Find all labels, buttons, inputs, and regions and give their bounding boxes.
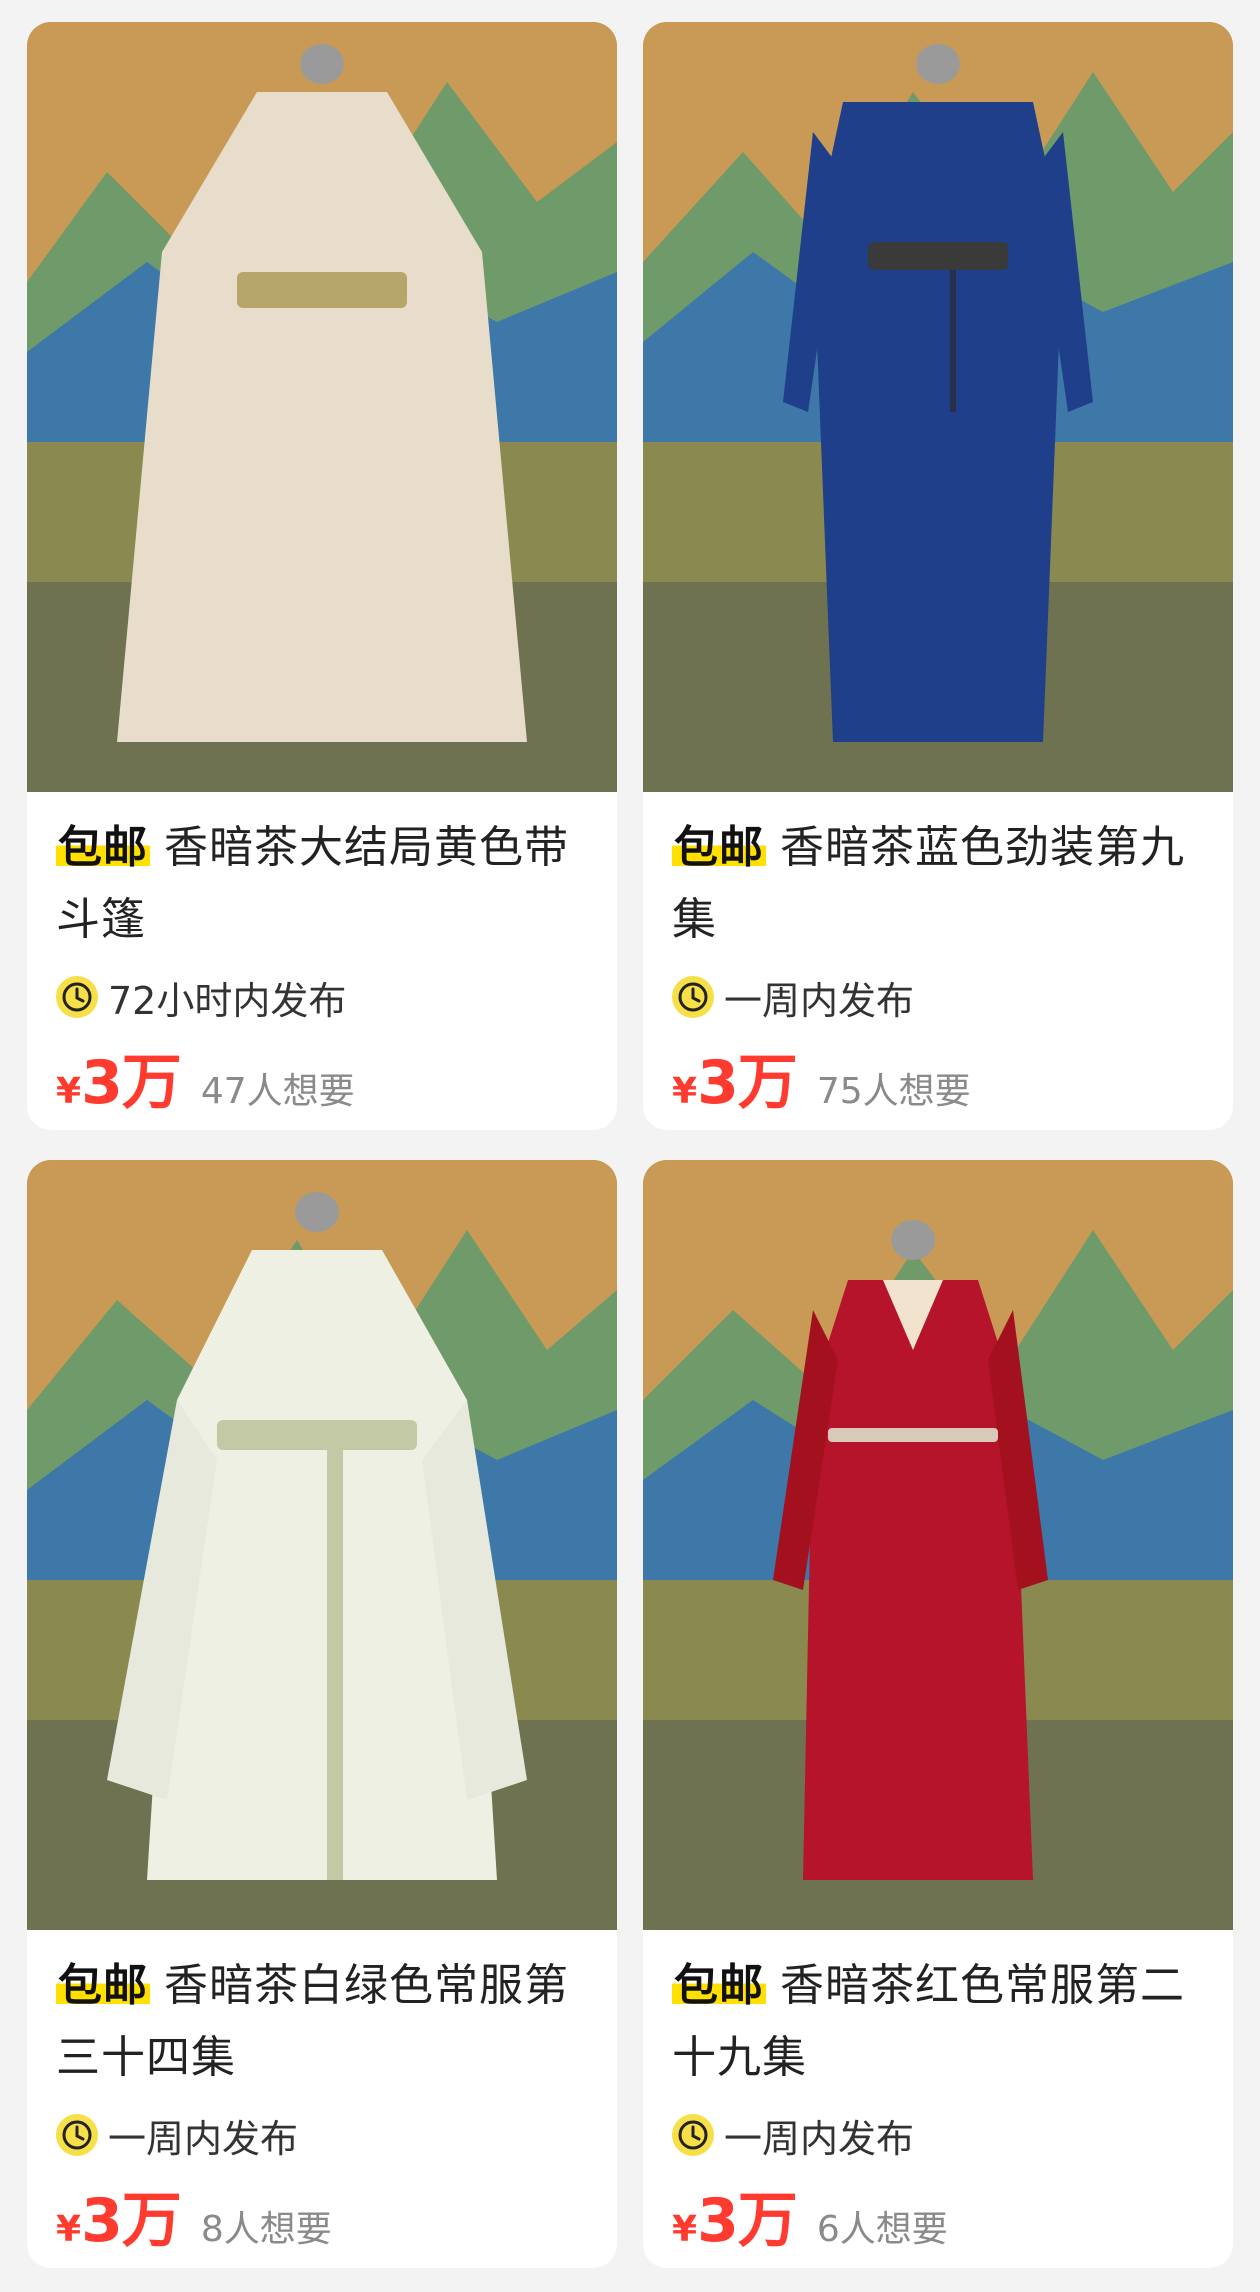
wants-count: 8人想要 xyxy=(200,2209,332,2250)
wants-count: 47人想要 xyxy=(200,1071,355,1112)
publish-time-text: 一周内发布 xyxy=(108,2116,299,2161)
product-title[interactable]: 包邮 香暗茶蓝色劲装第九集 xyxy=(672,812,1212,956)
product-card[interactable]: 包邮 香暗茶大结局黄色带斗篷 72小时内发布 ¥ 3万 47人想要 xyxy=(27,22,617,1130)
price-row: ¥ 3万 6人想要 xyxy=(672,2172,948,2256)
currency-symbol: ¥ xyxy=(672,2209,698,2250)
product-image[interactable] xyxy=(27,1160,617,1930)
landscape-painting-backdrop xyxy=(643,22,1233,792)
currency-symbol: ¥ xyxy=(672,1071,698,1112)
product-image[interactable] xyxy=(643,22,1233,792)
publish-time-row: 一周内发布 xyxy=(672,968,914,1026)
price-row: ¥ 3万 8人想要 xyxy=(56,2172,332,2256)
product-grid: 包邮 香暗茶大结局黄色带斗篷 72小时内发布 ¥ 3万 47人想要 包邮 香暗茶… xyxy=(0,0,1260,2292)
landscape-painting-backdrop xyxy=(27,22,617,792)
publish-time-text: 一周内发布 xyxy=(724,978,915,1023)
clock-icon xyxy=(56,976,98,1018)
clock-icon xyxy=(672,976,714,1018)
price-value: 3万 xyxy=(697,2186,798,2256)
product-card[interactable]: 包邮 香暗茶红色常服第二十九集 一周内发布 ¥ 3万 6人想要 xyxy=(643,1160,1233,2268)
free-shipping-badge: 包邮 xyxy=(672,822,766,873)
publish-time-text: 一周内发布 xyxy=(724,2116,915,2161)
wants-count: 75人想要 xyxy=(816,1071,971,1112)
wants-count: 6人想要 xyxy=(816,2209,948,2250)
publish-time-row: 72小时内发布 xyxy=(56,968,346,1026)
price-row: ¥ 3万 47人想要 xyxy=(56,1034,355,1118)
free-shipping-badge: 包邮 xyxy=(672,1960,766,2011)
product-title[interactable]: 包邮 香暗茶红色常服第二十九集 xyxy=(672,1950,1212,2094)
clock-icon xyxy=(672,2114,714,2156)
product-image[interactable] xyxy=(27,22,617,792)
publish-time-row: 一周内发布 xyxy=(56,2106,298,2164)
free-shipping-badge: 包邮 xyxy=(56,1960,150,2011)
free-shipping-badge: 包邮 xyxy=(56,822,150,873)
product-title[interactable]: 包邮 香暗茶大结局黄色带斗篷 xyxy=(56,812,596,956)
product-card[interactable]: 包邮 香暗茶蓝色劲装第九集 一周内发布 ¥ 3万 75人想要 xyxy=(643,22,1233,1130)
clock-icon xyxy=(56,2114,98,2156)
product-card[interactable]: 包邮 香暗茶白绿色常服第三十四集 一周内发布 ¥ 3万 8人想要 xyxy=(27,1160,617,2268)
price-value: 3万 xyxy=(697,1048,798,1118)
price-value: 3万 xyxy=(81,2186,182,2256)
product-image[interactable] xyxy=(643,1160,1233,1930)
publish-time-text: 72小时内发布 xyxy=(108,978,347,1023)
price-value: 3万 xyxy=(81,1048,182,1118)
currency-symbol: ¥ xyxy=(56,2209,82,2250)
product-title[interactable]: 包邮 香暗茶白绿色常服第三十四集 xyxy=(56,1950,596,2094)
currency-symbol: ¥ xyxy=(56,1071,82,1112)
publish-time-row: 一周内发布 xyxy=(672,2106,914,2164)
landscape-painting-backdrop xyxy=(643,1160,1233,1930)
landscape-painting-backdrop xyxy=(27,1160,617,1930)
price-row: ¥ 3万 75人想要 xyxy=(672,1034,971,1118)
